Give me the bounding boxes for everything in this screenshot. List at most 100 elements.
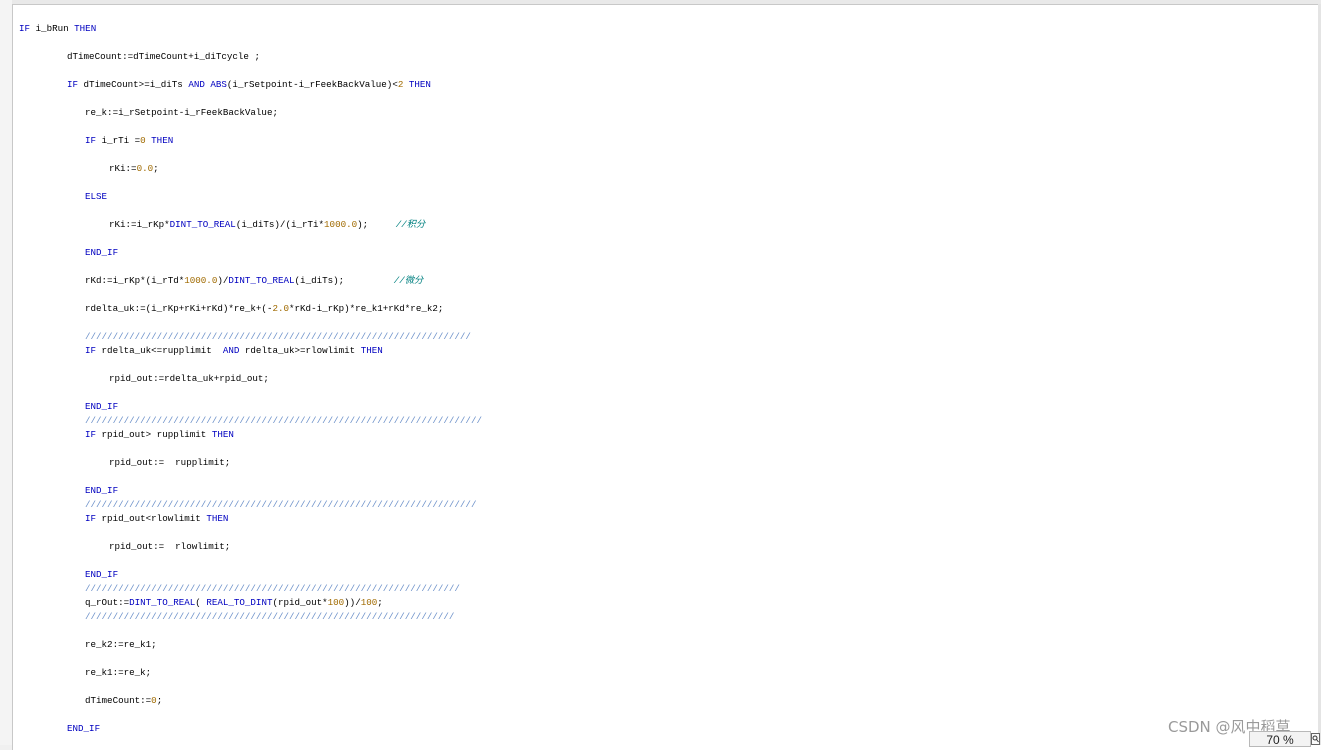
keyword-token: THEN — [74, 23, 97, 34]
code-line[interactable]: IF rpid_out<rlowlimit THEN — [85, 513, 228, 524]
keyword-token: THEN — [151, 135, 174, 146]
code-token: rpid_out:= rlowlimit; — [109, 541, 231, 552]
keyword-token: AND — [188, 79, 205, 90]
code-line[interactable]: END_IF — [85, 485, 118, 496]
keyword-token: END_IF — [85, 247, 119, 258]
code-line[interactable]: ////////////////////////////////////////… — [85, 611, 454, 622]
number-token: 100 — [327, 597, 345, 608]
separator-comment: ////////////////////////////////////////… — [85, 415, 482, 426]
code-token: rpid_out<rlowlimit — [96, 513, 207, 524]
code-line[interactable]: END_IF — [67, 723, 100, 734]
code-token: re_k1:=re_k; — [85, 667, 152, 678]
code-line[interactable]: IF dTimeCount>=i_diTs AND ABS(i_rSetpoin… — [67, 79, 431, 90]
keyword-token: END_IF — [85, 569, 119, 580]
code-line[interactable]: re_k2:=re_k1; — [85, 639, 157, 650]
code-token: ; — [153, 163, 159, 174]
editor-gutter — [0, 0, 12, 745]
keyword-token: THEN — [408, 79, 431, 90]
keyword-token: DINT_TO_REAL — [129, 597, 196, 608]
code-token: )/ — [217, 275, 229, 286]
code-token: ))/ — [344, 597, 361, 608]
code-token: rpid_out:=rdelta_uk+rpid_out; — [109, 373, 269, 384]
keyword-token: IF — [67, 79, 79, 90]
code-editor[interactable]: IF i_bRun THEN dTimeCount:=dTimeCount+i_d… — [12, 4, 1321, 750]
code-token: rdelta_uk<=rupplimit — [96, 345, 223, 356]
keyword-token: ELSE — [85, 191, 108, 202]
keyword-token: END_IF — [67, 723, 101, 734]
code-token: rKd:=i_rKp*(i_rTd* — [85, 275, 185, 286]
code-token: re_k:=i_rSetpoint-i_rFeekBackValue; — [85, 107, 278, 118]
separator-comment: ////////////////////////////////////////… — [85, 499, 477, 510]
code-line[interactable]: ////////////////////////////////////////… — [85, 499, 476, 510]
code-line[interactable]: IF i_rTi =0 THEN — [85, 135, 173, 146]
keyword-token: IF — [85, 429, 97, 440]
code-token: *rKd-i_rKp)*re_k1+rKd*re_k2; — [289, 303, 444, 314]
code-line[interactable]: rpid_out:=rdelta_uk+rpid_out; — [109, 373, 269, 384]
code-line[interactable]: q_rOut:=DINT_TO_REAL( REAL_TO_DINT(rpid_… — [85, 597, 383, 608]
code-token: ( — [195, 597, 207, 608]
code-line[interactable]: ////////////////////////////////////////… — [85, 583, 460, 594]
code-token: rKi:= — [109, 163, 137, 174]
zoom-lens-icon[interactable] — [1311, 733, 1320, 745]
comment-token: //积分 — [395, 219, 426, 230]
keyword-token: THEN — [211, 429, 234, 440]
keyword-token: ABS — [210, 79, 227, 90]
separator-comment: ////////////////////////////////////////… — [85, 331, 471, 342]
code-token: (i_diTs); — [294, 275, 394, 286]
separator-comment: ////////////////////////////////////////… — [85, 583, 460, 594]
code-line[interactable]: END_IF — [85, 247, 118, 258]
keyword-token: THEN — [206, 513, 229, 524]
keyword-token: END_IF — [85, 401, 119, 412]
keyword-token: THEN — [360, 345, 383, 356]
code-line[interactable]: dTimeCount:=0; — [85, 695, 162, 706]
code-token: rpid_out:= rupplimit; — [109, 457, 231, 468]
code-token: ); — [357, 219, 396, 230]
code-line[interactable]: ELSE — [85, 191, 107, 202]
number-token: 1000.0 — [324, 219, 358, 230]
keyword-token: IF — [85, 135, 97, 146]
comment-token: //微分 — [393, 275, 424, 286]
code-token: dTimeCount:= — [85, 695, 152, 706]
code-line[interactable]: IF rdelta_uk<=rupplimit AND rdelta_uk>=r… — [85, 345, 383, 356]
code-token: re_k2:=re_k1; — [85, 639, 157, 650]
code-token: (rpid_out* — [272, 597, 328, 608]
separator-comment: ////////////////////////////////////////… — [85, 611, 455, 622]
keyword-token: IF — [19, 23, 36, 34]
keyword-token: REAL_TO_DINT — [206, 597, 273, 608]
code-line[interactable]: rdelta_uk:=(i_rKp+rKi+rKd)*re_k+(-2.0*rK… — [85, 303, 443, 314]
code-token: (i_rSetpoint-i_rFeekBackValue)< — [226, 79, 398, 90]
code-line[interactable]: ////////////////////////////////////////… — [85, 415, 482, 426]
code-line[interactable]: re_k:=i_rSetpoint-i_rFeekBackValue; — [85, 107, 278, 118]
code-line[interactable]: rKi:=i_rKp*DINT_TO_REAL(i_diTs)/(i_rTi*1… — [109, 219, 425, 230]
code-token: dTimeCount>=i_diTs — [78, 79, 189, 90]
code-line[interactable]: rpid_out:= rlowlimit; — [109, 541, 230, 552]
number-token: 1000.0 — [184, 275, 218, 286]
number-token: 100 — [360, 597, 378, 608]
code-line[interactable]: rKi:=0.0; — [109, 163, 159, 174]
code-token: i_bRun — [35, 23, 75, 34]
code-line[interactable]: IF i_bRun THEN — [19, 23, 96, 34]
code-token: q_rOut:= — [85, 597, 130, 608]
code-token: rdelta_uk>=rlowlimit — [239, 345, 361, 356]
code-token: rdelta_uk:=(i_rKp+rKi+rKd)*re_k+(- — [85, 303, 273, 314]
code-line[interactable]: dTimeCount:=dTimeCount+i_diTcycle ; — [67, 51, 260, 62]
keyword-token: IF — [85, 513, 97, 524]
code-line[interactable]: rpid_out:= rupplimit; — [109, 457, 230, 468]
code-line[interactable]: END_IF — [85, 569, 118, 580]
code-token: dTimeCount:=dTimeCount+i_diTcycle ; — [67, 51, 260, 62]
number-token: 2.0 — [272, 303, 290, 314]
code-token: rpid_out> rupplimit — [96, 429, 212, 440]
code-line[interactable]: re_k1:=re_k; — [85, 667, 151, 678]
code-line[interactable]: IF rpid_out> rupplimit THEN — [85, 429, 234, 440]
keyword-token: END_IF — [85, 485, 119, 496]
keyword-token: IF — [85, 345, 97, 356]
code-token: (i_diTs)/(i_rTi* — [235, 219, 325, 230]
keyword-token: DINT_TO_REAL — [169, 219, 236, 230]
code-token: ; — [377, 597, 383, 608]
code-token: rKi:=i_rKp* — [109, 219, 170, 230]
code-line[interactable]: ////////////////////////////////////////… — [85, 331, 471, 342]
code-line[interactable]: END_IF — [85, 401, 118, 412]
code-token: i_rTi = — [96, 135, 141, 146]
number-token: 0.0 — [136, 163, 154, 174]
code-line[interactable]: rKd:=i_rKp*(i_rTd*1000.0)/DINT_TO_REAL(i… — [85, 275, 423, 286]
